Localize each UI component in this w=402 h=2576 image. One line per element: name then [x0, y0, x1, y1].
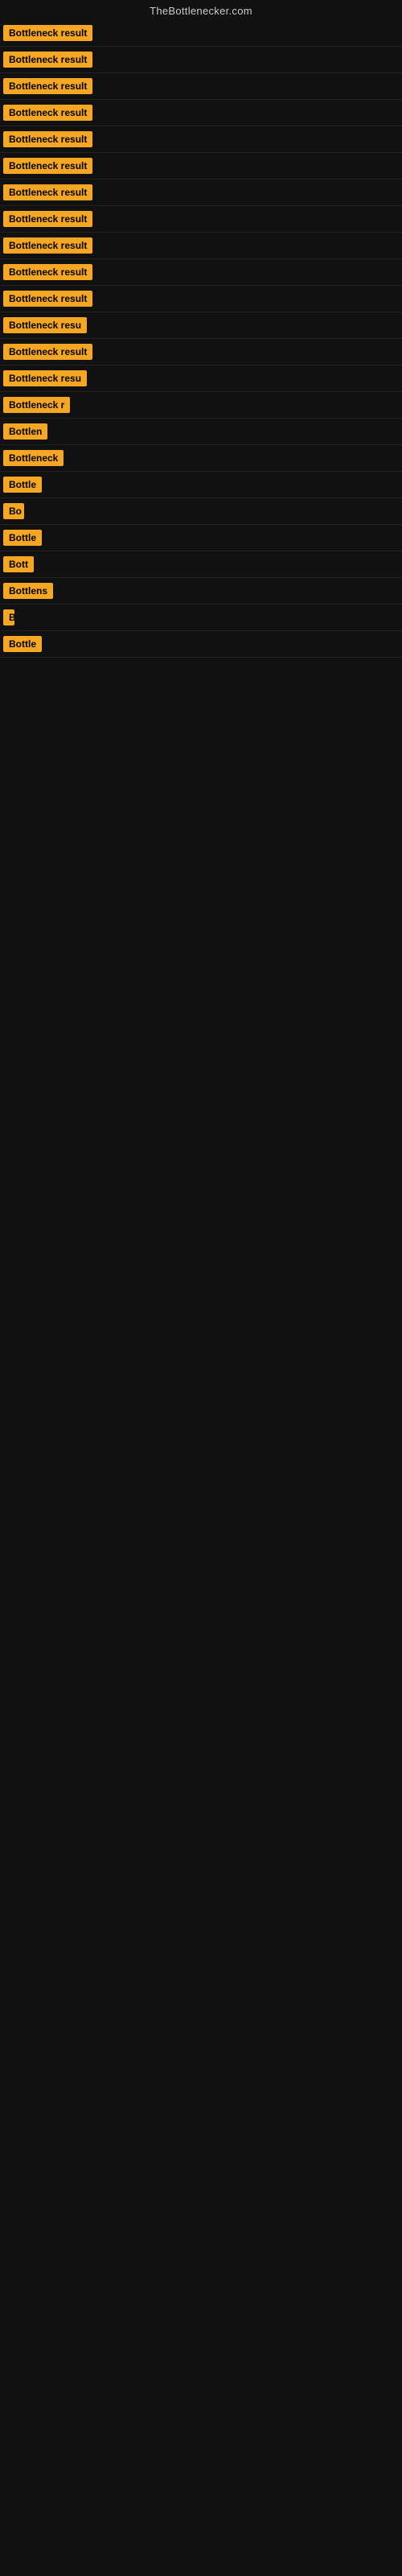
bottleneck-result-badge[interactable]: Bottleneck result	[3, 264, 92, 280]
bottleneck-result-badge[interactable]: Bottle	[3, 530, 42, 546]
list-item: Bottlen	[0, 419, 402, 445]
bottleneck-result-badge[interactable]: Bottle	[3, 477, 42, 493]
list-item: Bottleneck result	[0, 339, 402, 365]
site-title: TheBottlenecker.com	[0, 0, 402, 20]
bottleneck-result-badge[interactable]: B	[3, 609, 14, 625]
list-item: Bottleneck result	[0, 233, 402, 259]
rows-container: Bottleneck result Bottleneck result Bottle…	[0, 20, 402, 658]
list-item: Bottleneck result	[0, 47, 402, 73]
list-item: Bottle	[0, 525, 402, 551]
list-item: Bottleneck result	[0, 259, 402, 286]
list-item: Bo	[0, 498, 402, 525]
list-item: Bottleneck resu	[0, 365, 402, 392]
bottleneck-result-badge[interactable]: Bottleneck	[3, 450, 64, 466]
list-item: Bottleneck resu	[0, 312, 402, 339]
bottleneck-result-badge[interactable]: Bottleneck result	[3, 211, 92, 227]
bottleneck-result-badge[interactable]: Bottle	[3, 636, 42, 652]
bottleneck-result-badge[interactable]: Bottleneck r	[3, 397, 70, 413]
list-item: Bottleneck result	[0, 126, 402, 153]
list-item: Bottleneck r	[0, 392, 402, 419]
list-item: Bottleneck result	[0, 73, 402, 100]
list-item: Bottleneck result	[0, 206, 402, 233]
bottleneck-result-badge[interactable]: Bottleneck result	[3, 52, 92, 68]
bottleneck-result-badge[interactable]: Bottleneck result	[3, 344, 92, 360]
list-item: Bottleneck result	[0, 153, 402, 180]
bottleneck-result-badge[interactable]: Bottleneck result	[3, 131, 92, 147]
bottleneck-result-badge[interactable]: Bottleneck result	[3, 158, 92, 174]
list-item: Bottle	[0, 631, 402, 658]
bottleneck-result-badge[interactable]: Bottleneck resu	[3, 317, 87, 333]
list-item: Bottlens	[0, 578, 402, 605]
list-item: Bott	[0, 551, 402, 578]
list-item: B	[0, 605, 402, 631]
bottleneck-result-badge[interactable]: Bottleneck result	[3, 78, 92, 94]
bottleneck-result-badge[interactable]: Bottleneck result	[3, 105, 92, 121]
bottleneck-result-badge[interactable]: Bott	[3, 556, 34, 572]
bottleneck-result-badge[interactable]: Bottleneck result	[3, 237, 92, 254]
bottleneck-result-badge[interactable]: Bottleneck result	[3, 291, 92, 307]
bottleneck-result-badge[interactable]: Bottleneck result	[3, 184, 92, 200]
list-item: Bottleneck result	[0, 20, 402, 47]
bottleneck-result-badge[interactable]: Bottleneck resu	[3, 370, 87, 386]
list-item: Bottleneck result	[0, 180, 402, 206]
bottleneck-result-badge[interactable]: Bo	[3, 503, 24, 519]
list-item: Bottle	[0, 472, 402, 498]
list-item: Bottleneck	[0, 445, 402, 472]
bottleneck-result-badge[interactable]: Bottleneck result	[3, 25, 92, 41]
list-item: Bottleneck result	[0, 286, 402, 312]
list-item: Bottleneck result	[0, 100, 402, 126]
bottleneck-result-badge[interactable]: Bottlen	[3, 423, 47, 440]
bottleneck-result-badge[interactable]: Bottlens	[3, 583, 53, 599]
